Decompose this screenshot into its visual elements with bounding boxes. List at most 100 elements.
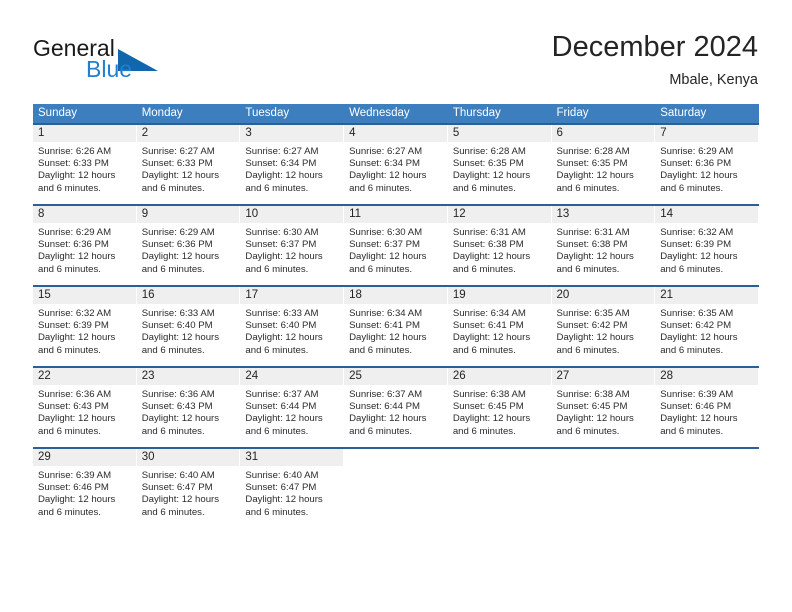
day-cell[interactable]: 8 Sunrise: 6:29 AM Sunset: 6:36 PM Daylight…	[33, 206, 137, 285]
daylight-text-line2: and 6 minutes.	[38, 506, 101, 518]
sunset-text: Sunset: 6:44 PM	[245, 401, 317, 413]
daylight-text-line2: and 6 minutes.	[141, 506, 205, 518]
sunrise-text: Sunrise: 6:33 AM	[245, 308, 319, 319]
sunrise-text: Sunrise: 6:36 AM	[38, 389, 112, 400]
day-cell[interactable]: 15 Sunrise: 6:32 AM Sunset: 6:39 PM Dayligh…	[33, 287, 137, 366]
day-number: 10	[245, 208, 259, 220]
day-cell[interactable]: 21 Sunrise: 6:35 AM Sunset: 6:42 PM Dayligh…	[655, 287, 759, 366]
day-number: 19	[452, 289, 466, 301]
daylight-text-line2: and 6 minutes.	[245, 425, 309, 437]
day-cell[interactable]: 14 Sunrise: 6:32 AM Sunset: 6:39 PM Dayligh…	[655, 206, 759, 285]
daylight-text-line1: Daylight: 12 hours	[660, 251, 738, 263]
daylight-text-line2: and 6 minutes.	[349, 425, 413, 437]
daylight-text-line2: and 6 minutes.	[349, 344, 413, 356]
day-cell[interactable]: 29 Sunrise: 6:39 AM Sunset: 6:46 PM Dayligh…	[33, 449, 137, 528]
day-number: 2	[141, 127, 149, 139]
calendar-page: General Blue December 2024 Mbale, Kenya …	[0, 0, 792, 612]
daylight-text-line1: Daylight: 12 hours	[245, 413, 323, 425]
day-cell[interactable]: 7 Sunrise: 6:29 AM Sunset: 6:36 PM Daylight…	[655, 125, 759, 204]
day-cell[interactable]: 2 Sunrise: 6:27 AM Sunset: 6:33 PM Daylight…	[136, 125, 241, 204]
day-cell-empty	[552, 449, 656, 528]
day-cell[interactable]: 19 Sunrise: 6:34 AM Sunset: 6:41 PM Dayligh…	[447, 287, 552, 366]
daylight-text-line1: Daylight: 12 hours	[141, 251, 220, 263]
day-cell[interactable]: 23 Sunrise: 6:36 AM Sunset: 6:43 PM Dayligh…	[136, 368, 241, 447]
sunrise-text: Sunrise: 6:32 AM	[38, 308, 112, 319]
weekday-header-saturday: Saturday	[660, 107, 707, 119]
sunrise-text: Sunrise: 6:37 AM	[349, 389, 423, 400]
day-cell[interactable]: 17 Sunrise: 6:33 AM Sunset: 6:40 PM Dayligh…	[240, 287, 344, 366]
daylight-text-line1: Daylight: 12 hours	[245, 494, 323, 506]
day-cell[interactable]: 10 Sunrise: 6:30 AM Sunset: 6:37 PM Dayligh…	[240, 206, 344, 285]
sunrise-text: Sunrise: 6:38 AM	[556, 389, 630, 400]
daylight-text-line2: and 6 minutes.	[141, 182, 205, 194]
day-cell[interactable]: 22 Sunrise: 6:36 AM Sunset: 6:43 PM Dayligh…	[33, 368, 137, 447]
day-cell[interactable]: 4 Sunrise: 6:27 AM Sunset: 6:34 PM Daylight…	[344, 125, 448, 204]
sunset-text: Sunset: 6:34 PM	[349, 158, 421, 170]
day-number: 8	[38, 208, 45, 220]
day-cell[interactable]: 25 Sunrise: 6:37 AM Sunset: 6:44 PM Dayligh…	[344, 368, 448, 447]
sunrise-text: Sunrise: 6:32 AM	[660, 227, 734, 238]
day-cell[interactable]: 30 Sunrise: 6:40 AM Sunset: 6:47 PM Dayligh…	[136, 449, 241, 528]
daylight-text-line2: and 6 minutes.	[349, 263, 413, 275]
day-cell[interactable]: 11 Sunrise: 6:30 AM Sunset: 6:37 PM Dayligh…	[344, 206, 448, 285]
brand-logo[interactable]: General Blue	[33, 36, 213, 82]
daylight-text-line2: and 6 minutes.	[452, 425, 516, 437]
daylight-text-line2: and 6 minutes.	[38, 263, 101, 275]
daylight-text-line2: and 6 minutes.	[245, 344, 309, 356]
day-number: 12	[452, 208, 466, 220]
sunset-text: Sunset: 6:46 PM	[660, 401, 732, 413]
day-cell[interactable]: 27 Sunrise: 6:38 AM Sunset: 6:45 PM Dayligh…	[551, 368, 656, 447]
sunset-text: Sunset: 6:43 PM	[38, 401, 109, 413]
weekday-header-row: Sunday Monday Tuesday Wednesday Thursday…	[33, 104, 759, 123]
daylight-text-line1: Daylight: 12 hours	[349, 251, 427, 263]
day-number: 11	[349, 208, 362, 220]
sunset-text: Sunset: 6:41 PM	[349, 320, 421, 332]
day-number: 15	[38, 289, 51, 301]
day-cell[interactable]: 9 Sunrise: 6:29 AM Sunset: 6:36 PM Daylight…	[136, 206, 241, 285]
daylight-text-line1: Daylight: 12 hours	[141, 494, 220, 506]
day-number: 13	[556, 208, 570, 220]
day-number: 22	[38, 370, 51, 382]
day-number: 3	[245, 127, 252, 139]
daylight-text-line2: and 6 minutes.	[452, 182, 516, 194]
sunset-text: Sunset: 6:45 PM	[556, 401, 628, 413]
daylight-text-line1: Daylight: 12 hours	[349, 413, 427, 425]
day-number: 20	[556, 289, 570, 301]
sunset-text: Sunset: 6:37 PM	[349, 239, 421, 251]
day-cell[interactable]: 16 Sunrise: 6:33 AM Sunset: 6:40 PM Dayligh…	[136, 287, 241, 366]
daylight-text-line1: Daylight: 12 hours	[452, 170, 531, 182]
day-cell[interactable]: 12 Sunrise: 6:31 AM Sunset: 6:38 PM Dayligh…	[447, 206, 552, 285]
daylight-text-line1: Daylight: 12 hours	[245, 251, 323, 263]
day-cell[interactable]: 20 Sunrise: 6:35 AM Sunset: 6:42 PM Dayligh…	[551, 287, 656, 366]
page-title: December 2024	[551, 31, 758, 63]
sunset-text: Sunset: 6:35 PM	[556, 158, 628, 170]
daylight-text-line1: Daylight: 12 hours	[245, 332, 323, 344]
daylight-text-line2: and 6 minutes.	[141, 425, 205, 437]
sunrise-text: Sunrise: 6:40 AM	[141, 470, 215, 481]
day-cell[interactable]: 13 Sunrise: 6:31 AM Sunset: 6:38 PM Dayligh…	[551, 206, 656, 285]
day-cell[interactable]: 26 Sunrise: 6:38 AM Sunset: 6:45 PM Dayligh…	[447, 368, 552, 447]
sunset-text: Sunset: 6:45 PM	[452, 401, 524, 413]
day-cell[interactable]: 24 Sunrise: 6:37 AM Sunset: 6:44 PM Dayligh…	[240, 368, 344, 447]
sunrise-text: Sunrise: 6:37 AM	[245, 389, 319, 400]
day-cell[interactable]: 28 Sunrise: 6:39 AM Sunset: 6:46 PM Dayligh…	[655, 368, 759, 447]
sunset-text: Sunset: 6:43 PM	[141, 401, 213, 413]
sunrise-text: Sunrise: 6:30 AM	[245, 227, 319, 238]
daylight-text-line2: and 6 minutes.	[245, 182, 309, 194]
day-cell[interactable]: 5 Sunrise: 6:28 AM Sunset: 6:35 PM Daylight…	[447, 125, 552, 204]
day-cell[interactable]: 31 Sunrise: 6:40 AM Sunset: 6:47 PM Dayligh…	[240, 449, 344, 528]
sunset-text: Sunset: 6:47 PM	[245, 482, 317, 494]
daylight-text-line1: Daylight: 12 hours	[660, 170, 738, 182]
day-cell[interactable]: 6 Sunrise: 6:28 AM Sunset: 6:35 PM Daylight…	[551, 125, 656, 204]
sunset-text: Sunset: 6:36 PM	[141, 239, 213, 251]
day-cell[interactable]: 1 Sunrise: 6:26 AM Sunset: 6:33 PM Daylight…	[33, 125, 137, 204]
day-cell[interactable]: 3 Sunrise: 6:27 AM Sunset: 6:34 PM Daylight…	[240, 125, 344, 204]
daylight-text-line2: and 6 minutes.	[452, 263, 516, 275]
daylight-text-line2: and 6 minutes.	[660, 425, 724, 437]
daylight-text-line1: Daylight: 12 hours	[556, 332, 634, 344]
daylight-text-line1: Daylight: 12 hours	[38, 413, 116, 425]
sunrise-text: Sunrise: 6:33 AM	[141, 308, 215, 319]
weekday-header-friday: Friday	[556, 107, 589, 119]
daylight-text-line2: and 6 minutes.	[452, 344, 516, 356]
day-cell[interactable]: 18 Sunrise: 6:34 AM Sunset: 6:41 PM Dayligh…	[344, 287, 448, 366]
